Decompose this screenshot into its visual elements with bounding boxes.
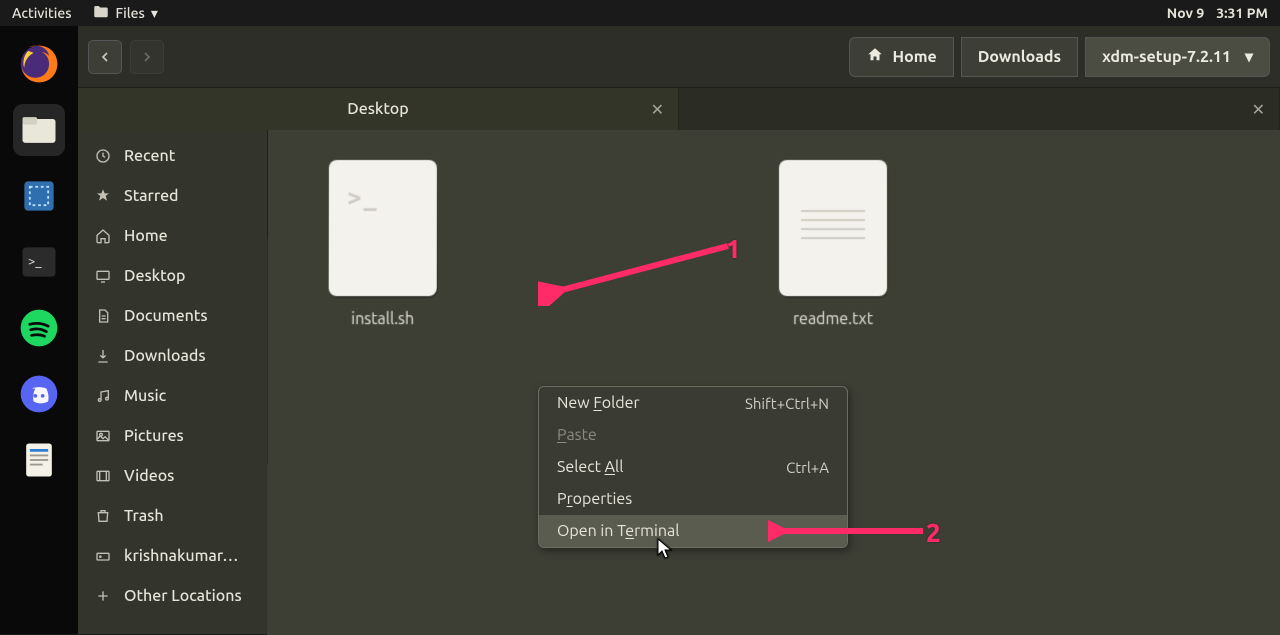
sidebar-item-label: Starred [124,187,179,205]
sidebar-item-label: krishnakumar… [124,547,238,565]
clock-time[interactable]: 3:31 PM [1216,5,1268,21]
dock: >_ [0,26,78,634]
sidebar-item-label: Pictures [124,427,184,445]
path-current[interactable]: xdm-setup-7.2.11 ▾ [1085,37,1270,77]
sidebar-item-recent[interactable]: Recent [78,136,267,176]
shortcut-label: Shift+Ctrl+N [745,395,829,412]
sidebar-item-drive[interactable]: krishnakumar… [78,536,267,576]
forward-button[interactable] [130,40,164,74]
path-home[interactable]: Home [849,37,953,77]
tab-label: Desktop [347,100,408,118]
text-file-icon [779,160,887,296]
sidebar-item-music[interactable]: Music [78,376,267,416]
music-icon [94,387,112,405]
file-install-sh[interactable]: install.sh [308,160,458,328]
sidebar-item-label: Documents [124,307,208,325]
desktop-icon [94,267,112,285]
close-icon[interactable]: ✕ [1252,100,1265,119]
appmenu-files[interactable]: Files ▾ [92,3,158,24]
home-icon [94,227,112,245]
tab-bar: Desktop ✕ ✕ [78,88,1280,130]
dock-app-spotify[interactable] [13,302,65,354]
star-icon [94,187,112,205]
file-label: readme.txt [793,310,873,328]
sidebar-item-home[interactable]: Home [78,216,267,256]
svg-text:>_: >_ [28,255,42,269]
dock-app-libreoffice[interactable] [13,434,65,486]
ctx-paste: Paste [539,419,847,451]
file-label: install.sh [351,310,414,328]
plus-icon [94,587,112,605]
sidebar-item-label: Other Locations [124,587,242,605]
sidebar-item-videos[interactable]: Videos [78,456,267,496]
dock-app-discord[interactable] [13,368,65,420]
path-current-label: xdm-setup-7.2.11 [1102,48,1231,66]
script-file-icon [329,160,437,296]
chevron-down-icon: ▾ [151,5,158,22]
home-icon [866,46,884,68]
clock-date[interactable]: Nov 9 [1167,5,1204,21]
sidebar-item-label: Videos [124,467,174,485]
tab-desktop[interactable]: Desktop ✕ [78,88,679,130]
ctx-select-all[interactable]: Select All Ctrl+A [539,451,847,483]
header-bar: Home Downloads xdm-setup-7.2.11 ▾ [78,26,1280,88]
close-icon[interactable]: ✕ [651,100,664,119]
places-sidebar: Recent Starred Home Desktop Documents Do… [78,130,268,634]
sidebar-item-label: Music [124,387,166,405]
ctx-new-folder[interactable]: New Folder Shift+Ctrl+N [539,387,847,419]
file-readme-txt[interactable]: readme.txt [758,160,908,328]
ctx-open-terminal[interactable]: Open in Terminal [539,515,847,547]
dock-app-screenshot[interactable] [13,170,65,222]
documents-icon [94,307,112,325]
sidebar-item-desktop[interactable]: Desktop [78,256,267,296]
folder-icon [92,3,110,24]
sidebar-item-label: Trash [124,507,164,525]
shortcut-label: Ctrl+A [786,459,829,476]
path-home-label: Home [892,48,936,66]
downloads-icon [94,347,112,365]
activities-button[interactable]: Activities [12,5,72,21]
back-button[interactable] [88,40,122,74]
trash-icon [94,507,112,525]
videos-icon [94,467,112,485]
ctx-properties[interactable]: Properties [539,483,847,515]
sidebar-item-pictures[interactable]: Pictures [78,416,267,456]
context-menu: New Folder Shift+Ctrl+N Paste Select All… [538,386,848,548]
dock-app-files[interactable] [13,104,65,156]
sidebar-item-starred[interactable]: Starred [78,176,267,216]
gnome-topbar: Activities Files ▾ Nov 9 3:31 PM [0,0,1280,26]
sidebar-item-label: Downloads [124,347,206,365]
sidebar-item-other-locations[interactable]: Other Locations [78,576,267,616]
sidebar-item-documents[interactable]: Documents [78,296,267,336]
sidebar-item-trash[interactable]: Trash [78,496,267,536]
appmenu-label: Files [116,5,145,21]
pictures-icon [94,427,112,445]
clock-icon [94,147,112,165]
sidebar-item-downloads[interactable]: Downloads [78,336,267,376]
sidebar-item-label: Home [124,227,168,245]
drive-icon [94,547,112,565]
dock-app-firefox[interactable] [13,38,65,90]
dock-app-terminal[interactable]: >_ [13,236,65,288]
path-downloads-label: Downloads [978,48,1061,66]
sidebar-item-label: Desktop [124,267,185,285]
sidebar-item-label: Recent [124,147,175,165]
tab-empty[interactable]: ✕ [679,88,1280,130]
file-view[interactable]: install.sh readme.txt [267,130,1280,635]
chevron-down-icon: ▾ [1245,47,1253,66]
path-downloads[interactable]: Downloads [961,37,1078,77]
